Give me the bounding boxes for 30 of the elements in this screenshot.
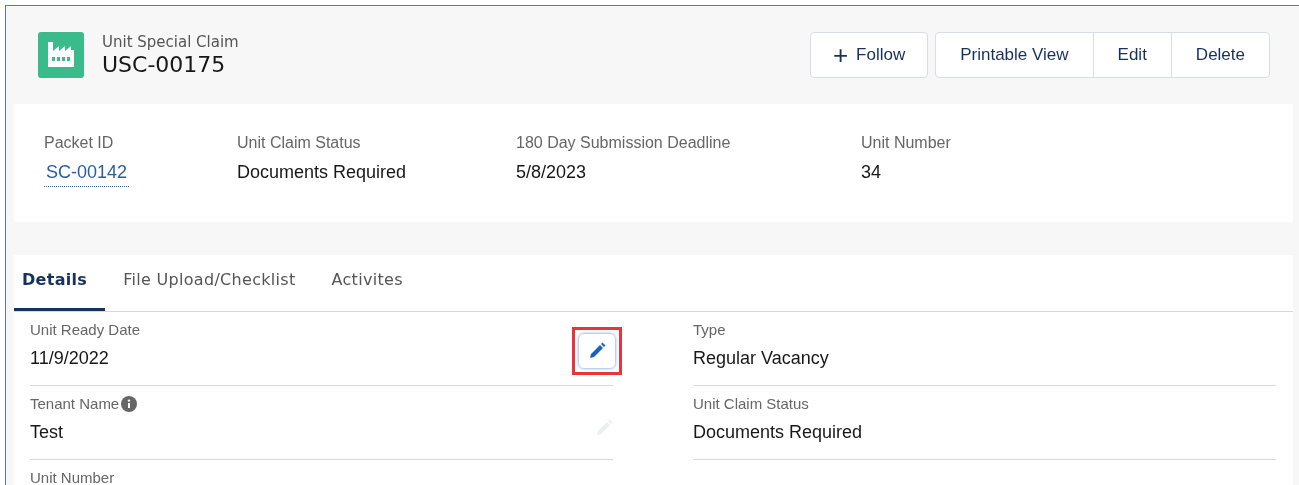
field-value: Regular Vacancy <box>693 348 829 369</box>
field-value: Documents Required <box>237 162 408 183</box>
field-label: Unit Ready Date <box>30 321 141 338</box>
field-label: Unit Number <box>30 469 115 485</box>
action-button[interactable]: Delete <box>1170 32 1270 78</box>
field-label: Type <box>693 321 726 338</box>
field-label: Packet ID <box>44 134 115 152</box>
info-icon[interactable] <box>121 395 138 412</box>
field-label: Unit Claim Status <box>237 134 362 152</box>
field-label: Unit Claim Status <box>693 395 809 412</box>
follow-button[interactable]: + Follow <box>809 32 929 78</box>
field-label: 180 Day Submission Deadline <box>516 134 732 152</box>
tab[interactable]: Activites <box>313 255 421 311</box>
record-title: USC-00175 <box>102 52 227 77</box>
object-type-label: Unit Special Claim <box>102 33 239 51</box>
tab[interactable]: File Upload/Checklist <box>105 255 314 311</box>
field-value: 5/8/2023 <box>516 162 588 183</box>
field-value: 11/9/2022 <box>30 348 109 369</box>
edit-button[interactable] <box>572 327 622 375</box>
field-value: Documents Required <box>693 422 863 443</box>
field-label: Unit Number <box>861 134 951 152</box>
pencil-icon <box>588 342 606 360</box>
action-button[interactable]: Printable View <box>935 32 1094 78</box>
field-label: Tenant Name <box>30 395 120 412</box>
record-link[interactable]: SC-00142 <box>44 162 130 187</box>
factory-icon <box>38 32 84 78</box>
field-value: Test <box>30 422 63 443</box>
action-button[interactable]: Edit <box>1092 32 1172 78</box>
tab[interactable]: Details <box>14 255 106 311</box>
field-value: 34 <box>861 162 883 183</box>
